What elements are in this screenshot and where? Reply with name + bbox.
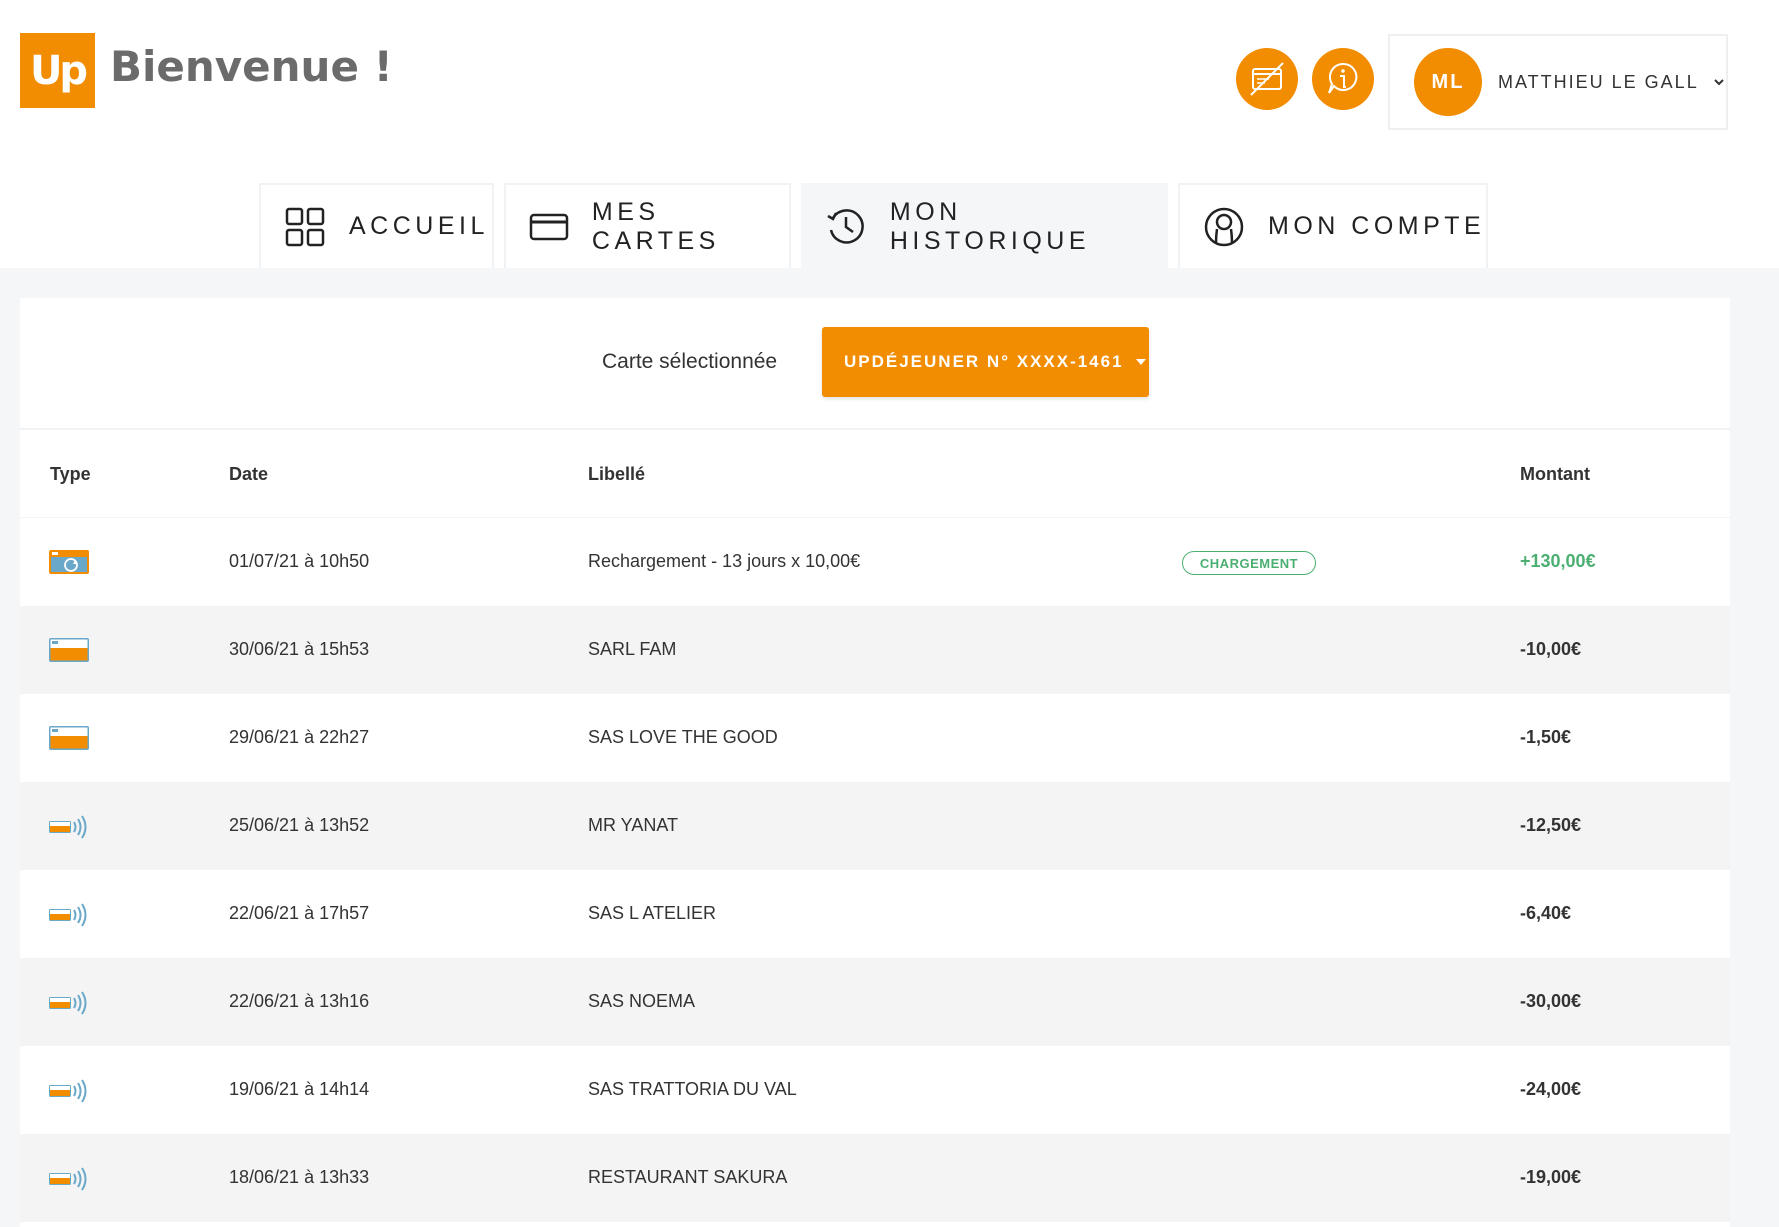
user-name: MATTHIEU LE GALL [1498, 71, 1699, 92]
card-payment-icon [49, 726, 89, 750]
tab-label: MES CARTES [591, 197, 720, 255]
tab-mon-compte[interactable]: MON COMPTE [1178, 183, 1488, 268]
selected-card: UPDÉJEUNER N° XXXX-1461 [844, 352, 1124, 371]
recharge-icon [49, 550, 89, 574]
tab-accueil[interactable]: ACCUEIL [259, 183, 494, 268]
row-date: 29/06/21 à 22h27 [229, 727, 370, 747]
contactless-icon [49, 1167, 87, 1191]
tab-mes-cartes[interactable]: MES CARTES [504, 183, 791, 268]
history-icon [825, 205, 868, 249]
contactless-icon [49, 903, 87, 927]
row-date: 22/06/21 à 17h57 [229, 903, 370, 923]
table-row[interactable]: 01/07/21 à 10h50 Rechargement - 13 jours… [20, 518, 1730, 606]
history-panel: Carte sélectionnée UPDÉJEUNER N° XXXX-14… [20, 298, 1730, 1227]
row-date: 18/06/21 à 13h33 [229, 1167, 370, 1187]
row-date: 01/07/21 à 10h50 [229, 551, 370, 571]
info-button[interactable] [1312, 48, 1374, 110]
row-label: Rechargement - 13 jours x 10,00€ [588, 551, 861, 571]
row-amount: +130,00€ [1520, 551, 1596, 571]
row-label: SARL FAM [588, 639, 677, 659]
column-label: Libellé [588, 464, 646, 484]
status-badge: CHARGEMENT [1182, 551, 1316, 575]
card-block-icon [1250, 62, 1284, 96]
contactless-icon [49, 991, 87, 1015]
column-type: Type [50, 464, 91, 484]
card-icon [528, 205, 570, 249]
avatar: ML [1414, 48, 1482, 116]
row-amount: -30,00€ [1520, 991, 1582, 1011]
contactless-icon [49, 1079, 87, 1103]
row-label: MR YANAT [588, 815, 679, 835]
table-row[interactable]: 22/06/21 à 13h16 SAS NOEMA -30,00€ [20, 958, 1730, 1046]
table-header: Type Date Libellé Montant [20, 430, 1730, 518]
table-row[interactable]: 29/06/21 à 22h27 SAS LOVE THE GOOD -1,50… [20, 694, 1730, 782]
account-icon [1202, 205, 1246, 249]
tab-label: ACCUEIL [349, 212, 489, 240]
row-amount: -10,00€ [1520, 639, 1582, 659]
row-date: 30/06/21 à 15h53 [229, 639, 370, 659]
card-select-dropdown[interactable]: UPDÉJEUNER N° XXXX-1461 [822, 327, 1149, 397]
page-title: Bienvenue ! [110, 42, 393, 91]
selector-label: Carte sélectionnée [602, 350, 778, 373]
row-label: SAS TRATTORIA DU VAL [588, 1079, 797, 1099]
row-amount: -12,50€ [1520, 815, 1582, 835]
table-row[interactable]: 25/06/21 à 13h52 MR YANAT -12,50€ [20, 782, 1730, 870]
card-block-button[interactable] [1236, 48, 1298, 110]
up-logo[interactable]: Up [20, 33, 95, 108]
tab-label: MON COMPTE [1268, 212, 1486, 240]
row-amount: -19,00€ [1520, 1167, 1582, 1187]
contactless-icon [49, 815, 87, 839]
row-amount: -1,50€ [1520, 727, 1572, 747]
column-amount: Montant [1520, 464, 1590, 484]
card-selector-row: Carte sélectionnée UPDÉJEUNER N° XXXX-14… [20, 298, 1730, 430]
tab-label: MON HISTORIQUE [889, 197, 1090, 255]
card-payment-icon [49, 638, 89, 662]
table-row[interactable]: 19/06/21 à 14h14 SAS TRATTORIA DU VAL -2… [20, 1046, 1730, 1134]
row-label: SAS NOEMA [588, 991, 696, 1011]
tab-mon-historique[interactable]: MON HISTORIQUE [801, 183, 1168, 268]
row-date: 25/06/21 à 13h52 [229, 815, 370, 835]
table-row[interactable]: 22/06/21 à 17h57 SAS L ATELIER -6,40€ [20, 870, 1730, 958]
grid-icon [283, 205, 327, 249]
row-label: RESTAURANT SAKURA [588, 1167, 788, 1187]
caret-down-icon [1135, 359, 1146, 365]
row-amount: -24,00€ [1520, 1079, 1582, 1099]
info-icon [1328, 62, 1358, 94]
header: Up Bienvenue ! ML MATTHIEU LE GALL ACCUE… [0, 0, 1779, 268]
row-label: SAS L ATELIER [588, 903, 717, 923]
row-amount: -6,40€ [1520, 903, 1572, 923]
table-row[interactable]: 30/06/21 à 15h53 SARL FAM -10,00€ [20, 606, 1730, 694]
transactions-table: 01/07/21 à 10h50 Rechargement - 13 jours… [20, 518, 1730, 1222]
row-label: SAS LOVE THE GOOD [588, 727, 778, 747]
table-row[interactable]: 18/06/21 à 13h33 RESTAURANT SAKURA -19,0… [20, 1134, 1730, 1222]
row-date: 19/06/21 à 14h14 [229, 1079, 370, 1099]
user-menu[interactable]: ML MATTHIEU LE GALL [1388, 34, 1728, 130]
column-date: Date [229, 464, 269, 484]
row-date: 22/06/21 à 13h16 [229, 991, 370, 1011]
chevron-down-icon [1714, 79, 1724, 86]
